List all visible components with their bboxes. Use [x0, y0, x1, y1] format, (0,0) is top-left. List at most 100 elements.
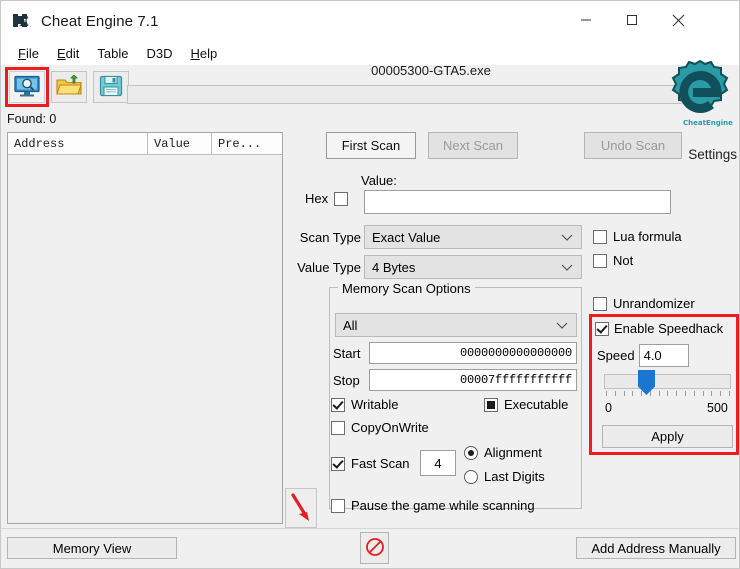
- menu-edit-rest: dit: [65, 45, 80, 61]
- results-header-row: Address Value Pre...: [8, 133, 282, 155]
- pause-game-label: Pause the game while scanning: [351, 498, 535, 513]
- maximize-button[interactable]: [609, 1, 655, 39]
- next-scan-button: Next Scan: [428, 132, 518, 159]
- window-title: Cheat Engine 7.1: [41, 12, 159, 30]
- stop-scan-button[interactable]: [360, 532, 389, 564]
- fast-scan-checkbox-row[interactable]: Fast Scan: [331, 456, 410, 471]
- fast-scan-checkbox[interactable]: [331, 456, 345, 471]
- menu-file-rest: ile: [25, 45, 39, 61]
- footer-separator: [1, 528, 739, 529]
- cheat-engine-window: E Cheat Engine 7.1 File Edit Table D3D H…: [0, 0, 740, 569]
- value-type-value: 4 Bytes: [372, 259, 416, 275]
- memory-region-value: All: [343, 317, 358, 333]
- menu-bar: File Edit Table D3D Help: [1, 41, 739, 65]
- undo-scan-button: Undo Scan: [584, 132, 682, 159]
- menu-item-d3d[interactable]: D3D: [137, 44, 181, 63]
- scan-type-label: Scan Type: [299, 230, 361, 245]
- chevron-down-icon: [561, 260, 573, 275]
- copyonwrite-checkbox-row[interactable]: CopyOnWrite: [331, 420, 429, 435]
- open-process-button[interactable]: [9, 71, 45, 103]
- close-button[interactable]: [655, 1, 701, 39]
- writable-label: Writable: [351, 397, 399, 412]
- svg-text:CheatEngine: CheatEngine: [683, 119, 733, 127]
- apply-speedhack-button[interactable]: Apply: [602, 425, 733, 448]
- alignment-radio[interactable]: [464, 445, 478, 460]
- value-type-label: Value Type: [297, 260, 361, 275]
- add-address-manually-button[interactable]: Add Address Manually: [576, 537, 736, 559]
- monitor-magnifier-icon: [14, 75, 40, 100]
- title-bar: E Cheat Engine 7.1: [1, 1, 739, 41]
- speed-label: Speed: [597, 348, 635, 363]
- hex-checkbox[interactable]: [334, 191, 349, 206]
- copyonwrite-label: CopyOnWrite: [351, 420, 429, 435]
- last-digits-radio-row[interactable]: Last Digits: [464, 469, 545, 484]
- menu-item-file[interactable]: File: [9, 44, 48, 63]
- chevron-down-icon: [556, 318, 568, 333]
- scan-type-value: Exact Value: [372, 229, 441, 245]
- stop-address-input[interactable]: 00007fffffffffff: [369, 369, 577, 391]
- open-folder-icon: [56, 73, 82, 100]
- scan-type-dropdown[interactable]: Exact Value: [364, 225, 582, 249]
- hex-checkbox-row[interactable]: Hex: [305, 191, 349, 206]
- menu-item-table[interactable]: Table: [88, 44, 137, 63]
- executable-checkbox-row[interactable]: Executable: [484, 397, 568, 412]
- cheat-engine-logo-large-icon[interactable]: CheatEngine: [665, 59, 737, 135]
- found-count-label: Found: 0: [7, 112, 57, 126]
- unrandomizer-checkbox-row[interactable]: Unrandomizer: [593, 296, 695, 311]
- speed-slider[interactable]: [604, 370, 731, 395]
- fast-scan-value-input[interactable]: 4: [420, 450, 456, 476]
- memory-scan-options-title: Memory Scan Options: [338, 281, 475, 296]
- menu-help-rest: elp: [199, 45, 218, 61]
- writable-checkbox[interactable]: [331, 397, 345, 412]
- alignment-radio-row[interactable]: Alignment: [464, 445, 542, 460]
- last-digits-radio[interactable]: [464, 469, 478, 484]
- writable-checkbox-row[interactable]: Writable: [331, 397, 398, 412]
- pause-game-checkbox-row[interactable]: Pause the game while scanning: [331, 498, 535, 513]
- lua-formula-checkbox-row[interactable]: Lua formula: [593, 229, 682, 244]
- speed-slider-min-label: 0: [605, 401, 612, 415]
- column-header-previous[interactable]: Pre...: [212, 133, 282, 154]
- save-table-button[interactable]: [93, 71, 129, 103]
- alignment-label: Alignment: [484, 445, 542, 460]
- scan-results-list[interactable]: Address Value Pre...: [7, 132, 283, 524]
- memory-view-button[interactable]: Memory View: [7, 537, 177, 559]
- value-label: Value:: [361, 173, 397, 188]
- start-address-row: Start 0000000000000000: [333, 342, 577, 364]
- settings-label[interactable]: Settings: [688, 147, 737, 162]
- fast-scan-label: Fast Scan: [351, 456, 410, 471]
- cheat-engine-logo-icon: E: [10, 10, 32, 32]
- memory-region-dropdown[interactable]: All: [335, 313, 577, 337]
- menu-item-help[interactable]: Help: [181, 44, 226, 63]
- start-address-input[interactable]: 0000000000000000: [369, 342, 577, 364]
- column-header-address[interactable]: Address: [8, 133, 148, 154]
- lua-formula-label: Lua formula: [613, 229, 682, 244]
- chevron-down-icon: [561, 230, 573, 245]
- scan-value-input[interactable]: [364, 190, 671, 214]
- start-label: Start: [333, 345, 361, 361]
- executable-checkbox[interactable]: [484, 397, 498, 412]
- executable-label: Executable: [504, 397, 569, 412]
- results-body[interactable]: [8, 155, 282, 523]
- speed-value-input[interactable]: 4.0: [638, 344, 689, 367]
- speed-slider-ticks: [606, 391, 730, 397]
- value-type-dropdown[interactable]: 4 Bytes: [364, 255, 582, 279]
- copyonwrite-checkbox[interactable]: [331, 420, 345, 435]
- resize-grip[interactable]: [361, 565, 389, 568]
- minimize-button[interactable]: [563, 1, 609, 39]
- menu-item-edit[interactable]: Edit: [48, 44, 88, 63]
- svg-text:E: E: [19, 15, 29, 30]
- not-checkbox[interactable]: [593, 253, 607, 268]
- open-table-button[interactable]: [51, 71, 87, 103]
- column-header-value[interactable]: Value: [148, 133, 212, 154]
- unrandomizer-checkbox[interactable]: [593, 296, 607, 311]
- attached-process-name: 00005300-GTA5.exe: [371, 63, 491, 78]
- not-checkbox-row[interactable]: Not: [593, 253, 633, 268]
- enable-speedhack-label: Enable Speedhack: [614, 321, 724, 336]
- speed-slider-max-label: 500: [707, 401, 728, 415]
- enable-speedhack-checkbox[interactable]: [595, 321, 609, 336]
- enable-speedhack-checkbox-row[interactable]: Enable Speedhack: [595, 321, 723, 336]
- lua-formula-checkbox[interactable]: [593, 229, 607, 244]
- pause-game-checkbox[interactable]: [331, 498, 345, 513]
- speed-input-row: Speed 4.0: [597, 344, 689, 367]
- first-scan-button[interactable]: First Scan: [326, 132, 416, 159]
